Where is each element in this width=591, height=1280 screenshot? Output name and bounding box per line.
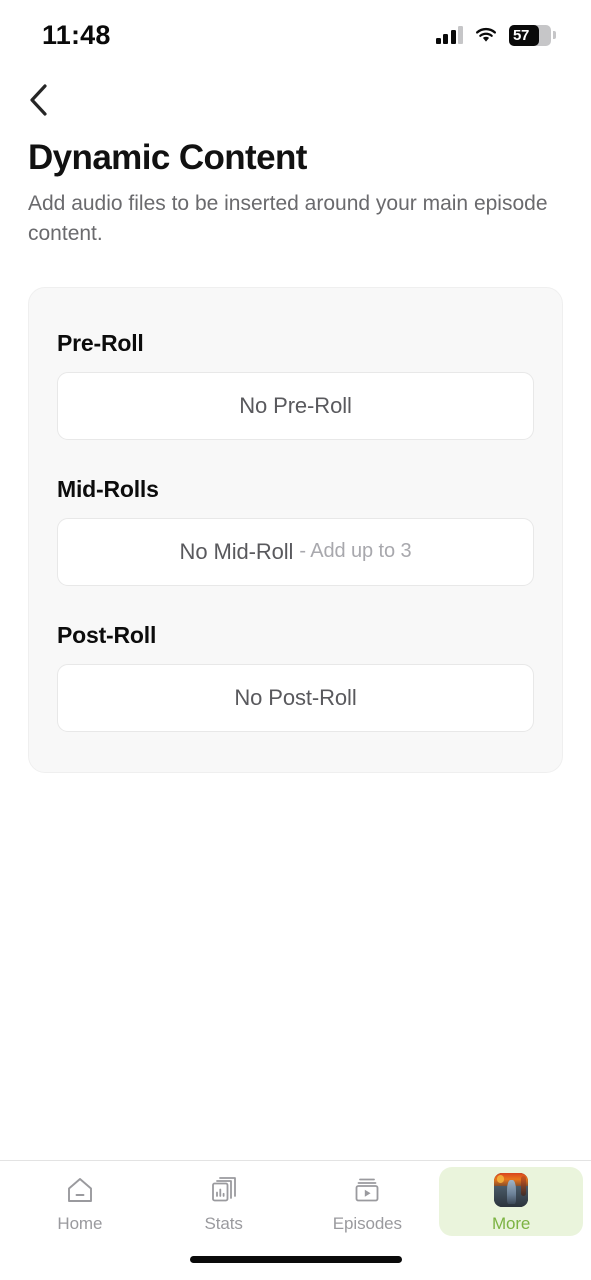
status-bar-time: 11:48 [42, 19, 111, 50]
pre-roll-slot-label: No Pre-Roll [239, 392, 352, 418]
tab-label-episodes: Episodes [332, 1213, 402, 1233]
navigation-bar [0, 70, 591, 130]
cellular-signal-icon [435, 26, 463, 44]
pre-roll-slot[interactable]: No Pre-Roll [57, 371, 534, 440]
app-screen: 11:48 57 Dynamic Content Add audio files… [0, 0, 591, 1280]
tab-home[interactable]: Home [8, 1167, 152, 1236]
tab-label-more: More [491, 1213, 531, 1233]
house-icon [61, 1172, 99, 1208]
tab-more[interactable]: More [439, 1167, 583, 1236]
status-bar-indicators: 57 [435, 24, 556, 46]
episodes-play-box-icon [348, 1172, 386, 1208]
home-indicator[interactable] [189, 1255, 402, 1263]
post-roll-slot[interactable]: No Post-Roll [57, 663, 534, 732]
section-title-post-roll: Post-Roll [57, 621, 157, 648]
wifi-icon [476, 27, 496, 42]
chevron-left-icon [30, 84, 47, 116]
battery-icon: 57 [509, 24, 556, 46]
dynamic-content-card: Pre-Roll No Pre-Roll Mid-Rolls No Mid-Ro… [28, 286, 563, 773]
chart-pages-icon [205, 1172, 243, 1208]
home-indicator-area [0, 1238, 591, 1280]
battery-level-text: 57 [513, 26, 530, 44]
tab-episodes[interactable]: Episodes [296, 1167, 440, 1236]
tab-label-stats: Stats [204, 1213, 243, 1233]
back-button[interactable] [26, 77, 72, 123]
mid-roll-slot-hint: - Add up to 3 [299, 540, 412, 563]
section-mid-rolls: Mid-Rolls No Mid-Roll - Add up to 3 [57, 476, 534, 586]
section-post-roll: Post-Roll No Post-Roll [57, 622, 534, 732]
section-pre-roll: Pre-Roll No Pre-Roll [57, 330, 534, 440]
page-header: Dynamic Content Add audio files to be in… [0, 130, 591, 249]
post-roll-slot-label: No Post-Roll [234, 684, 357, 710]
page-subtitle: Add audio files to be inserted around yo… [28, 192, 548, 245]
section-title-pre-roll: Pre-Roll [57, 329, 144, 356]
tab-label-home: Home [57, 1213, 103, 1233]
status-bar: 11:48 57 [0, 0, 591, 70]
section-title-mid-rolls: Mid-Rolls [57, 475, 159, 502]
tab-stats[interactable]: Stats [152, 1167, 296, 1236]
bottom-tab-bar: Home Stats Episodes More [0, 1160, 591, 1238]
page-title: Dynamic Content [28, 138, 307, 177]
mid-roll-slot[interactable]: No Mid-Roll - Add up to 3 [57, 517, 534, 586]
mid-roll-slot-label: No Mid-Roll [179, 538, 294, 564]
podcast-artwork-thumbnail [492, 1172, 530, 1208]
